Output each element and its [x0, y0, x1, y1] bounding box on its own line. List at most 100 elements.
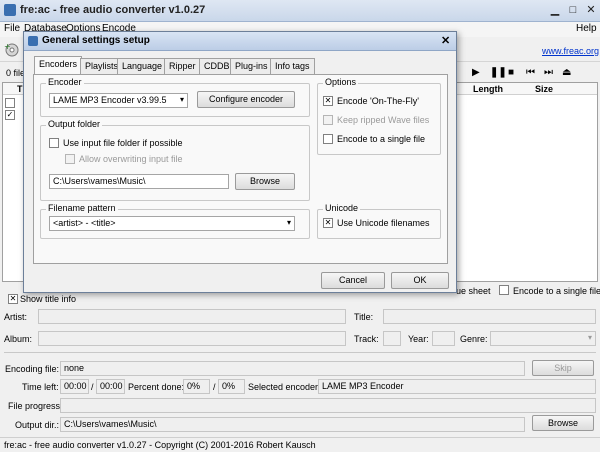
tab-info-tags[interactable]: Info tags	[270, 58, 315, 74]
output-browse-button[interactable]: Browse	[532, 415, 594, 431]
skip-button[interactable]: Skip	[532, 360, 594, 376]
dialog-title: General settings setup	[42, 35, 150, 46]
time-separator: /	[91, 382, 94, 392]
encode-on-the-fly-label: Encode 'On-The-Fly'	[337, 96, 419, 106]
track-label: Track:	[354, 334, 379, 344]
stop-icon[interactable]: ■	[508, 67, 514, 78]
file-progress-label: File progress:	[8, 401, 63, 411]
artist-field[interactable]	[38, 309, 346, 324]
use-unicode-label: Use Unicode filenames	[337, 218, 430, 228]
encoder-select[interactable]: LAME MP3 Encoder v3.99.5 ▾	[49, 93, 188, 108]
playback-controls: ▶ ❚❚ ■ ⏮ ⏭ ⏏	[470, 66, 596, 82]
encoding-file-label: Encoding file:	[5, 364, 60, 374]
dialog-app-icon	[28, 36, 38, 46]
dialog-browse-button[interactable]: Browse	[235, 173, 295, 190]
encode-single-dialog-checkbox[interactable]	[323, 134, 333, 144]
album-label: Album:	[4, 334, 33, 344]
output-folder-field[interactable]: C:\Users\vames\Music\	[49, 174, 229, 189]
album-field[interactable]	[38, 331, 346, 346]
play-icon[interactable]: ▶	[472, 67, 480, 78]
percent-separator: /	[213, 382, 216, 392]
percent-done-label: Percent done:	[128, 382, 185, 392]
tab-plugins[interactable]: Plug-ins	[230, 58, 273, 74]
status-bar: fre:ac - free audio converter v1.0.27 - …	[0, 437, 600, 452]
unicode-group-title: Unicode	[323, 203, 361, 213]
show-title-info-label: Show title info	[20, 294, 77, 304]
chevron-down-icon: ▾	[179, 95, 184, 104]
keep-ripped-checkbox[interactable]	[323, 115, 333, 125]
pause-icon[interactable]: ❚❚	[490, 67, 507, 78]
encode-single-dialog-label: Encode to a single file	[337, 134, 426, 144]
chevron-down-icon: ▾	[587, 333, 592, 342]
percent-total-field: 0%	[218, 379, 245, 394]
time-left-field: 00:00	[60, 379, 89, 394]
close-icon[interactable]: ✕	[584, 3, 598, 17]
app-icon	[4, 4, 16, 16]
menu-file[interactable]: File	[4, 23, 20, 34]
selected-encoder-field: LAME MP3 Encoder	[318, 379, 596, 394]
time-left-label: Time left:	[22, 382, 59, 392]
website-link[interactable]: www.freac.org	[542, 46, 599, 56]
cue-sheet-label: ue sheet	[456, 286, 491, 296]
use-input-folder-checkbox[interactable]	[49, 138, 59, 148]
row-checkbox[interactable]: ✓	[5, 110, 15, 120]
minimize-icon[interactable]: ▁	[548, 3, 562, 17]
previous-icon[interactable]: ⏮	[526, 67, 535, 78]
track-field[interactable]	[383, 331, 401, 346]
encode-on-the-fly-checkbox[interactable]: ✕	[323, 96, 333, 106]
menu-help[interactable]: Help	[576, 23, 597, 34]
maximize-icon[interactable]: □	[566, 3, 580, 17]
use-unicode-checkbox[interactable]: ✕	[323, 218, 333, 228]
title-field[interactable]	[383, 309, 596, 324]
col-length[interactable]: Length	[473, 84, 503, 94]
percent-done-field: 0%	[183, 379, 210, 394]
next-icon[interactable]: ⏭	[544, 67, 553, 78]
encode-single-label: Encode to a single file	[513, 286, 600, 296]
options-group-title: Options	[323, 77, 359, 87]
time-total-field: 00:00	[96, 379, 125, 394]
year-field[interactable]	[432, 331, 455, 346]
eject-icon[interactable]: ⏏	[562, 67, 571, 78]
filename-pattern-group-title: Filename pattern	[46, 203, 118, 213]
dialog-close-icon[interactable]: ✕	[441, 34, 450, 47]
dialog-title-bar: General settings setup ✕	[24, 32, 456, 51]
filename-pattern-select[interactable]: <artist> - <title> ▾	[49, 216, 295, 231]
ok-button[interactable]: OK	[391, 272, 449, 289]
encoding-file-field: none	[60, 361, 525, 376]
show-title-info-checkbox[interactable]: ✕	[8, 294, 18, 304]
tab-language[interactable]: Language	[117, 58, 168, 74]
allow-overwrite-checkbox[interactable]	[65, 154, 75, 164]
use-input-folder-label: Use input file folder if possible	[63, 138, 183, 148]
divider	[4, 352, 596, 353]
encoder-select-value: LAME MP3 Encoder v3.99.5	[53, 95, 167, 105]
tab-ripper[interactable]: Ripper	[164, 58, 201, 74]
file-progress-bar	[60, 398, 596, 413]
selected-encoder-label: Selected encoder:	[248, 382, 321, 392]
configure-encoder-button[interactable]: Configure encoder	[197, 91, 295, 108]
main-title-bar: fre:ac - free audio converter v1.0.27 ▁ …	[0, 0, 600, 22]
tab-encoders[interactable]: Encoders	[34, 56, 83, 74]
filename-pattern-value: <artist> - <title>	[53, 218, 116, 228]
col-size[interactable]: Size	[535, 84, 553, 94]
row-checkbox[interactable]	[5, 98, 15, 108]
output-dir-field[interactable]: C:\Users\vames\Music\	[60, 417, 525, 432]
svg-text:+: +	[4, 42, 11, 51]
cancel-button[interactable]: Cancel	[321, 272, 385, 289]
genre-label: Genre:	[460, 334, 488, 344]
title-label: Title:	[354, 312, 374, 322]
add-files-icon[interactable]: +	[3, 41, 23, 57]
window-title: fre:ac - free audio converter v1.0.27	[20, 4, 206, 16]
encode-single-checkbox[interactable]	[499, 285, 509, 295]
genre-select[interactable]: ▾	[490, 331, 596, 346]
status-text: fre:ac - free audio converter v1.0.27 - …	[4, 440, 316, 450]
output-folder-group-title: Output folder	[46, 119, 103, 129]
year-label: Year:	[408, 334, 429, 344]
output-dir-label: Output dir.:	[15, 420, 60, 430]
artist-label: Artist:	[4, 312, 28, 322]
allow-overwrite-label: Allow overwriting input file	[79, 154, 183, 164]
chevron-down-icon: ▾	[286, 218, 291, 227]
tab-panel: Encoder LAME MP3 Encoder v3.99.5 ▾ Confi…	[33, 74, 448, 264]
keep-ripped-label: Keep ripped Wave files	[337, 115, 430, 125]
settings-dialog: General settings setup ✕ Encoders Playli…	[23, 31, 457, 293]
encoder-group-title: Encoder	[46, 77, 84, 87]
